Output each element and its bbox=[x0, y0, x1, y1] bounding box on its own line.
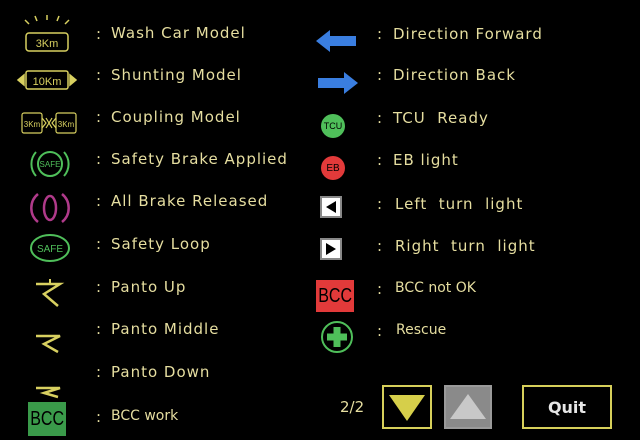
label-all-brake-released: All Brake Released bbox=[111, 192, 269, 210]
label-panto-up: Panto Up bbox=[111, 278, 187, 296]
label-safety-brake-applied: Safety Brake Applied bbox=[111, 150, 288, 168]
colon: : bbox=[377, 280, 383, 298]
page-up-button[interactable] bbox=[444, 385, 492, 429]
safety-brake-applied-icon: SAFE bbox=[28, 146, 72, 182]
safety-loop-icon-text: SAFE bbox=[37, 244, 63, 255]
shunting-icon-text: 10Km bbox=[33, 76, 62, 88]
page-indicator: 2/2 bbox=[340, 398, 365, 416]
triangle-up-icon bbox=[450, 394, 486, 419]
rescue-cross-icon bbox=[320, 320, 354, 354]
coupling-icon-text-left: 3Km bbox=[24, 120, 41, 129]
label-direction-forward: Direction Forward bbox=[393, 25, 543, 43]
panto-middle-icon bbox=[30, 330, 70, 356]
label-right-turn-light: Right turn light bbox=[395, 237, 536, 255]
bcc-work-icon-text: BCC bbox=[30, 407, 64, 430]
label-wash-car-model: Wash Car Model bbox=[111, 24, 246, 42]
wash-car-3km-icon: 3Km bbox=[20, 14, 74, 54]
page-down-button[interactable] bbox=[382, 385, 432, 429]
coupling-icon-text-right: 3Km bbox=[58, 120, 75, 129]
label-eb-light: EB light bbox=[393, 151, 459, 169]
label-direction-back: Direction Back bbox=[393, 66, 516, 84]
colon: : bbox=[96, 192, 102, 210]
colon: : bbox=[96, 278, 102, 296]
label-shunting-model: Shunting Model bbox=[111, 66, 242, 84]
safety-brake-icon-text: SAFE bbox=[40, 160, 61, 169]
colon: : bbox=[377, 322, 383, 340]
shunting-10km-icon: 10Km bbox=[16, 66, 78, 94]
eb-icon-text: EB bbox=[326, 162, 340, 174]
left-turn-light-icon bbox=[320, 196, 342, 218]
panto-down-icon bbox=[30, 382, 70, 400]
panto-up-icon bbox=[30, 276, 70, 308]
colon: : bbox=[377, 25, 383, 43]
colon: : bbox=[96, 66, 102, 84]
eb-light-icon: EB bbox=[321, 156, 345, 180]
bcc-not-ok-icon-text: BCC bbox=[318, 284, 352, 307]
bcc-work-icon: BCC bbox=[28, 402, 66, 436]
bcc-not-ok-icon: BCC bbox=[316, 280, 354, 312]
colon: : bbox=[377, 109, 383, 127]
label-panto-middle: Panto Middle bbox=[111, 320, 220, 338]
quit-label: Quit bbox=[547, 397, 587, 417]
label-bcc-work: BCC work bbox=[111, 408, 179, 424]
colon: : bbox=[377, 151, 383, 169]
colon: : bbox=[96, 320, 102, 338]
colon: : bbox=[377, 195, 383, 213]
tcu-ready-icon: TCU bbox=[321, 114, 345, 138]
all-brake-released-icon bbox=[28, 190, 72, 226]
coupling-3km-icon: 3Km 3Km bbox=[20, 110, 78, 136]
quit-button[interactable]: Quit bbox=[522, 385, 612, 429]
label-panto-down: Panto Down bbox=[111, 363, 211, 381]
label-left-turn-light: Left turn light bbox=[395, 195, 524, 213]
colon: : bbox=[96, 25, 102, 43]
wash-car-icon-text: 3Km bbox=[36, 38, 59, 50]
label-bcc-not-ok: BCC not OK bbox=[395, 280, 476, 296]
triangle-down-icon bbox=[389, 395, 425, 421]
colon: : bbox=[96, 108, 102, 126]
colon: : bbox=[377, 66, 383, 84]
colon: : bbox=[96, 408, 102, 426]
tcu-icon-text: TCU bbox=[323, 121, 343, 131]
colon: : bbox=[96, 363, 102, 381]
safety-loop-icon: SAFE bbox=[28, 232, 72, 264]
label-coupling-model: Coupling Model bbox=[111, 108, 241, 126]
direction-forward-arrow-icon bbox=[316, 28, 358, 54]
colon: : bbox=[96, 150, 102, 168]
label-safety-loop: Safety Loop bbox=[111, 235, 211, 253]
label-tcu-ready: TCU Ready bbox=[393, 109, 489, 127]
right-turn-light-icon bbox=[320, 238, 342, 260]
colon: : bbox=[96, 235, 102, 253]
colon: : bbox=[377, 237, 383, 255]
direction-back-arrow-icon bbox=[316, 70, 358, 96]
label-rescue: Rescue bbox=[396, 322, 447, 338]
